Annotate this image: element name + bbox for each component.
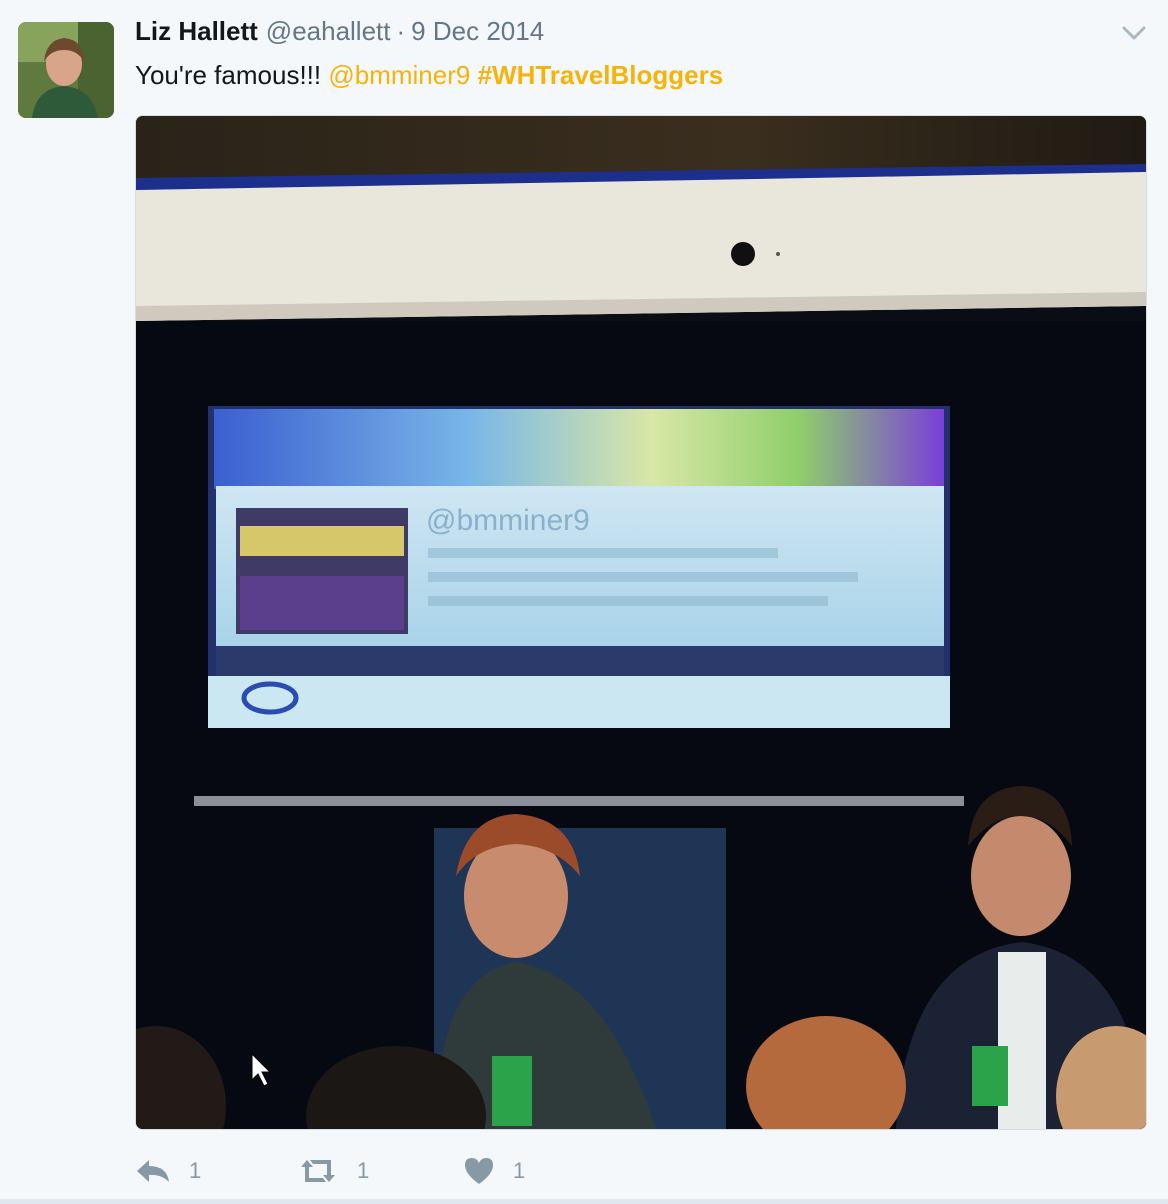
divider	[0, 1199, 1168, 1204]
avatar[interactable]	[18, 22, 114, 118]
tweet-timestamp[interactable]: 9 Dec 2014	[411, 16, 544, 47]
heart-icon	[463, 1156, 495, 1186]
hashtag-link[interactable]: #WHTravelBloggers	[478, 60, 724, 90]
author-name[interactable]: Liz Hallett	[135, 16, 258, 47]
tweet-header: Liz Hallett @eahallett · 9 Dec 2014	[135, 16, 544, 52]
author-handle[interactable]: @eahallett	[266, 16, 391, 47]
reply-button[interactable]: 1	[135, 1150, 201, 1192]
tweet-text: You're famous!!! @bmminer9 #WHTravelBlog…	[135, 58, 723, 92]
avatar-image	[18, 22, 114, 118]
tweet: Liz Hallett @eahallett · 9 Dec 2014 You'…	[0, 0, 1168, 1204]
photo-image: @bmminer9	[136, 116, 1146, 1129]
reply-icon	[135, 1156, 171, 1186]
tweet-text-plain: You're famous!!!	[135, 60, 322, 90]
tweet-photo[interactable]: @bmminer9	[135, 115, 1147, 1130]
like-button[interactable]: 1	[463, 1150, 525, 1192]
reply-count: 1	[189, 1158, 202, 1183]
photo-screen-text: @bmminer9	[426, 504, 590, 537]
retweet-count: 1	[357, 1158, 370, 1183]
retweet-button[interactable]: 1	[297, 1150, 369, 1192]
tweet-actions: 1 1 1	[135, 1150, 735, 1192]
mention-link[interactable]: @bmminer9	[328, 60, 470, 90]
retweet-icon	[297, 1156, 339, 1186]
like-count: 1	[513, 1158, 526, 1183]
header-separator: ·	[396, 16, 406, 46]
chevron-down-icon[interactable]	[1118, 20, 1150, 46]
